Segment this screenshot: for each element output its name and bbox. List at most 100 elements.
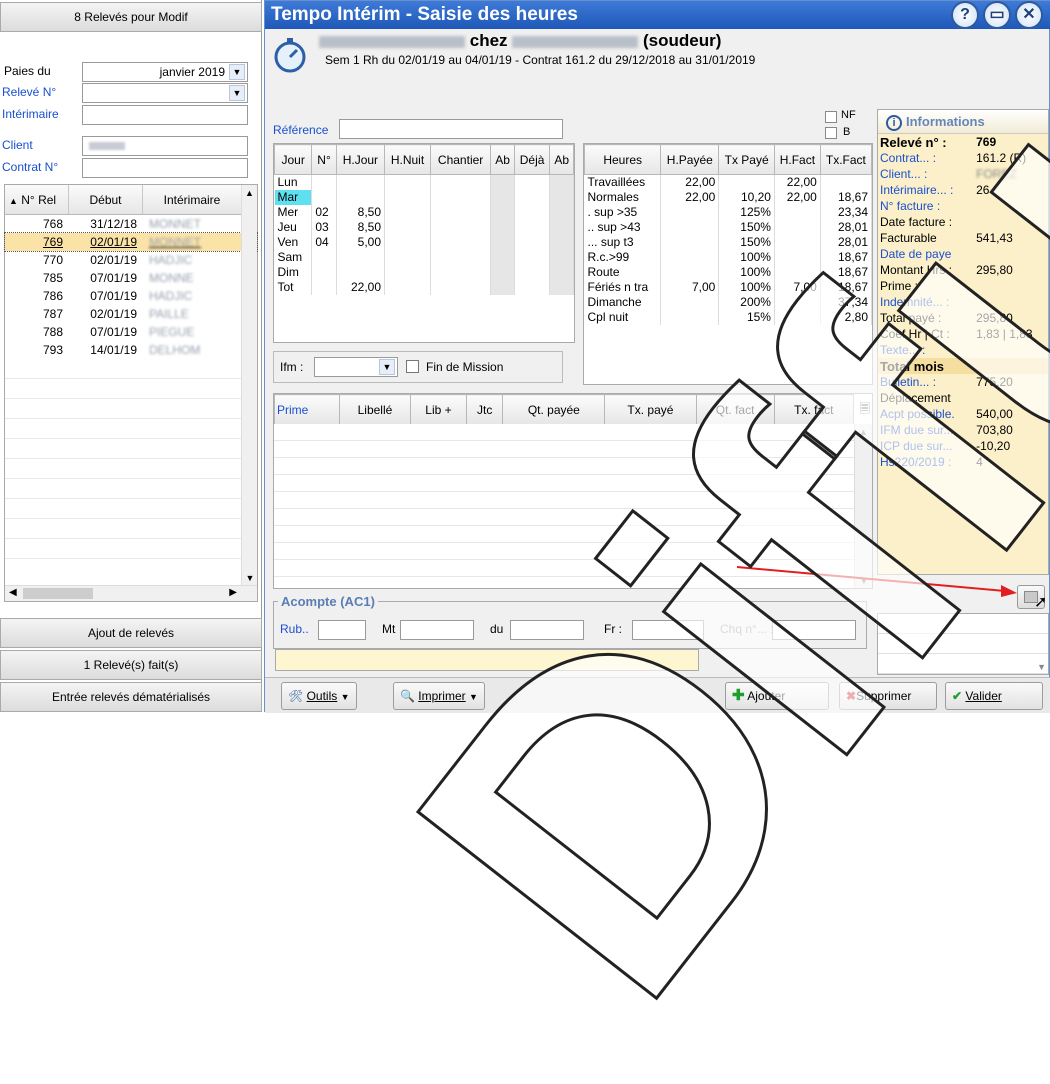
ajouter-button[interactable]: ✚ Ajouter	[725, 682, 829, 710]
hjour-cell[interactable]: 8,50	[336, 204, 386, 220]
prime-col-header[interactable]: Prime	[274, 394, 340, 425]
empty-cell[interactable]	[384, 249, 431, 265]
reference-input[interactable]	[339, 119, 563, 139]
empty-cell[interactable]	[490, 264, 515, 280]
days-col-header[interactable]: Jour	[273, 144, 313, 175]
info-row[interactable]: Bulletin... : 775,20	[878, 374, 1048, 390]
supprimer-button[interactable]: ✖Supprimer	[839, 682, 937, 710]
prime-col-header[interactable]: Tx. fact	[773, 394, 855, 425]
empty-cell[interactable]	[384, 264, 431, 280]
empty-cell[interactable]	[549, 219, 574, 235]
empty-cell[interactable]	[514, 249, 551, 265]
empty-cell[interactable]	[384, 174, 431, 190]
table-row[interactable]: Travaillées 22,00 22,00	[584, 174, 873, 190]
close-icon[interactable]: ✕	[1015, 1, 1043, 29]
info-row[interactable]: ICP due sur... -10,20	[878, 438, 1048, 454]
empty-cell[interactable]	[490, 204, 515, 220]
table-row[interactable]: 786 07/01/19 HADJIC	[5, 287, 257, 305]
empty-cell[interactable]	[384, 189, 431, 205]
prime-col-header[interactable]: Jtc	[466, 394, 504, 425]
scroll-up-icon[interactable]: ▲	[242, 185, 257, 201]
ifm-select[interactable]: ▼	[314, 357, 398, 377]
info-row[interactable]: Indemnité... :	[878, 294, 1048, 310]
hours-col-header[interactable]: Tx Payé	[718, 144, 775, 175]
hjour-cell[interactable]	[336, 189, 386, 205]
prime-col-header[interactable]: Libellé	[338, 394, 411, 425]
fin-mission-checkbox[interactable]	[406, 360, 419, 373]
table-row[interactable]: 788 07/01/19 PIEGUE	[5, 323, 257, 341]
scroll-left-icon[interactable]: ◀	[9, 587, 17, 598]
hjour-cell[interactable]: 8,50	[336, 219, 386, 235]
empty-cell[interactable]	[384, 204, 431, 220]
table-row[interactable]: 787 02/01/19 PAILLE	[5, 305, 257, 323]
table-row[interactable]: Ven 04 5,00	[274, 234, 574, 250]
col-num-rel[interactable]: ▲ N° Rel	[5, 185, 69, 214]
help-icon[interactable]: ?	[951, 1, 979, 29]
entree-releves-button[interactable]: Entrée relevés dématérialisés	[0, 682, 262, 712]
scroll-down-icon[interactable]: ▼	[1037, 662, 1046, 672]
empty-cell[interactable]	[490, 249, 515, 265]
days-col-header[interactable]: H.Jour	[335, 144, 386, 175]
mt-input[interactable]	[400, 620, 474, 640]
releve-select[interactable]: ▼	[82, 83, 248, 103]
paies-select[interactable]: janvier 2019 ▼	[82, 62, 248, 82]
table-row[interactable]: Mar	[274, 189, 574, 205]
empty-cell[interactable]	[514, 264, 551, 280]
empty-cell[interactable]	[514, 279, 551, 295]
interimaire-input[interactable]	[82, 105, 248, 125]
empty-cell[interactable]	[384, 219, 431, 235]
days-col-header[interactable]: H.Nuit	[384, 144, 431, 175]
days-col-header[interactable]: Ab	[490, 144, 515, 175]
empty-cell[interactable]	[549, 279, 574, 295]
empty-cell[interactable]	[549, 234, 574, 250]
empty-cell[interactable]	[549, 189, 574, 205]
prime-col-header[interactable]: Qt. payée	[502, 394, 606, 425]
hours-col-header[interactable]: Heures	[583, 144, 662, 175]
table-row[interactable]: Dimanche 200% 37,34	[584, 294, 873, 310]
vertical-scrollbar[interactable]: ▲ ▼	[241, 185, 257, 585]
chevron-down-icon[interactable]: ▼	[379, 359, 395, 375]
empty-cell[interactable]	[549, 264, 574, 280]
table-row[interactable]: Lun	[274, 174, 574, 190]
info-row[interactable]: Hs220/2019 : 4	[878, 454, 1048, 470]
hjour-cell[interactable]: 22,00	[336, 279, 386, 295]
days-col-header[interactable]: Chantier	[429, 144, 492, 175]
hours-col-header[interactable]: H.Payée	[660, 144, 720, 175]
empty-cell[interactable]	[430, 234, 492, 250]
table-row[interactable]: Jeu 03 8,50	[274, 219, 574, 235]
prime-col-header[interactable]: Qt. fact	[695, 394, 775, 425]
info-row[interactable]: Contrat... : 161.2 (R)	[878, 150, 1048, 166]
empty-cell[interactable]	[514, 204, 551, 220]
contrat-input[interactable]	[82, 158, 248, 178]
imprimer-button[interactable]: 🔍 Imprimer ▼	[393, 682, 485, 710]
table-row[interactable]: 793 14/01/19 DELHOM	[5, 341, 257, 359]
maximize-icon[interactable]: ▭	[983, 1, 1011, 29]
table-row[interactable]: Mer 02 8,50	[274, 204, 574, 220]
chevron-down-icon[interactable]: ▼	[229, 85, 245, 101]
horizontal-scrollbar[interactable]: ◀ ▶	[5, 585, 257, 601]
empty-cell[interactable]	[490, 279, 515, 295]
table-row[interactable]: 768 31/12/18 MONNET	[5, 215, 257, 233]
empty-cell[interactable]	[549, 204, 574, 220]
table-config-icon[interactable]: 🗏	[860, 400, 870, 422]
empty-cell[interactable]	[490, 174, 515, 190]
info-row[interactable]: IFM due sur... 703,80	[878, 422, 1048, 438]
window-title-bar[interactable]: Tempo Intérim - Saisie des heures ? ▭ ✕	[265, 1, 1050, 29]
prime-col-header[interactable]: Tx. payé	[604, 394, 697, 425]
prime-col-header[interactable]: Lib +	[409, 394, 468, 425]
empty-cell[interactable]	[430, 279, 492, 295]
col-interimaire[interactable]: Intérimaire	[143, 185, 241, 214]
fr-input[interactable]	[632, 620, 704, 640]
empty-cell[interactable]	[430, 249, 492, 265]
scroll-up-icon[interactable]: ▲	[855, 424, 872, 440]
empty-cell[interactable]	[514, 219, 551, 235]
table-row[interactable]: R.c.>99 100% 18,67	[584, 249, 873, 265]
hjour-cell[interactable]	[336, 249, 386, 265]
empty-cell[interactable]	[514, 189, 551, 205]
info-row[interactable]: Client... : FOREZ	[878, 166, 1048, 182]
scroll-down-icon[interactable]: ▼	[242, 573, 258, 583]
empty-cell[interactable]	[549, 249, 574, 265]
info-row[interactable]: Intérimaire... : 26	[878, 182, 1048, 198]
empty-cell[interactable]	[430, 219, 492, 235]
releves-faits-button[interactable]: 1 Relevé(s) fait(s)	[0, 650, 262, 680]
